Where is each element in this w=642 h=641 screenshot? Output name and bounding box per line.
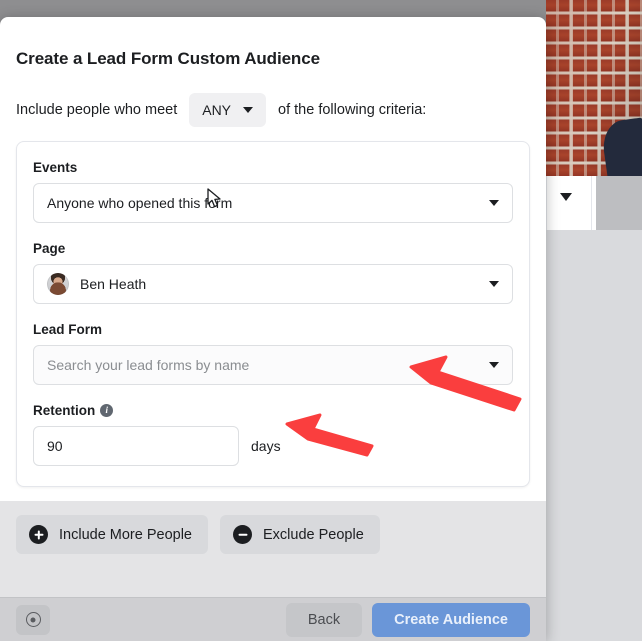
match-operator-dropdown[interactable]: ANY	[189, 93, 267, 127]
match-operator-value: ANY	[202, 102, 232, 118]
page-select-value: Ben Heath	[80, 276, 147, 292]
chevron-down-icon[interactable]	[560, 193, 572, 201]
lead-form-select[interactable]: Search your lead forms by name	[33, 345, 513, 385]
retention-row: days	[33, 426, 513, 466]
brick-wall-photo	[546, 0, 642, 176]
criteria-selector-row: Include people who meet ANY of the follo…	[16, 93, 530, 127]
criteria-prefix-label: Include people who meet	[16, 102, 178, 118]
lead-form-placeholder: Search your lead forms by name	[47, 357, 250, 373]
audience-action-buttons: Include More People Exclude People	[16, 515, 530, 554]
create-audience-modal: Create a Lead Form Custom Audience Inclu…	[0, 17, 546, 641]
retention-label-text: Retention	[33, 403, 96, 418]
plus-circle-icon	[29, 525, 48, 544]
events-field-label: Events	[33, 160, 513, 175]
retention-unit-label: days	[251, 438, 281, 454]
page-title: Create a Lead Form Custom Audience	[16, 49, 320, 68]
mouse-pointer-icon	[207, 188, 221, 208]
page-label-text: Page	[33, 241, 66, 256]
events-select[interactable]: Anyone who opened this form	[33, 183, 513, 223]
retention-days-input[interactable]	[33, 426, 239, 466]
right-lower-band	[546, 230, 642, 641]
chevron-down-icon	[243, 107, 254, 113]
avatar	[47, 273, 69, 295]
modal-footer: Back Create Audience	[0, 597, 546, 641]
modal-body: Create a Lead Form Custom Audience Inclu…	[0, 17, 546, 641]
minus-circle-icon	[233, 525, 252, 544]
exclude-people-button[interactable]: Exclude People	[220, 515, 380, 554]
page-field-label: Page	[33, 241, 513, 256]
criteria-card: Events Anyone who opened this form Page …	[16, 141, 530, 487]
page-select[interactable]: Ben Heath	[33, 264, 513, 304]
lead-form-field-label: Lead Form	[33, 322, 513, 337]
events-label-text: Events	[33, 160, 78, 175]
include-more-people-button[interactable]: Include More People	[16, 515, 208, 554]
chevron-down-icon	[489, 281, 499, 287]
screen: Create a Lead Form Custom Audience Inclu…	[0, 0, 642, 641]
help-ring	[25, 612, 41, 627]
events-select-value: Anyone who opened this form	[47, 195, 233, 211]
back-button[interactable]: Back	[285, 602, 363, 637]
chevron-down-icon	[489, 200, 499, 206]
exclude-people-label: Exclude People	[263, 526, 364, 543]
criteria-suffix-label: of the following criteria:	[278, 102, 427, 118]
include-more-people-label: Include More People	[59, 526, 192, 543]
help-circle-icon[interactable]	[16, 604, 50, 635]
retention-field-label: Retention i	[33, 403, 513, 418]
lead-form-label-text: Lead Form	[33, 322, 103, 337]
create-audience-button[interactable]: Create Audience	[372, 602, 530, 637]
info-icon[interactable]: i	[100, 404, 114, 417]
chevron-down-icon	[489, 362, 499, 368]
